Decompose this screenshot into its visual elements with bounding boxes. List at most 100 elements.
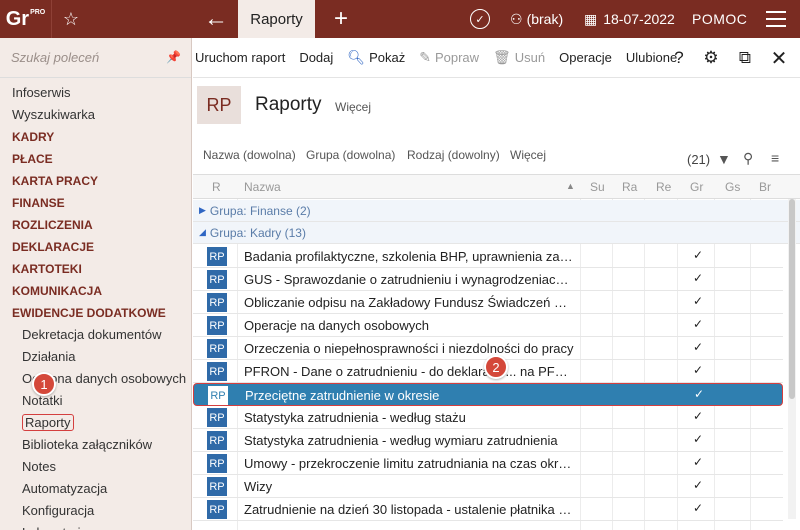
report-module-icon: RP [197,86,241,124]
hamburger-menu-icon[interactable] [766,11,786,27]
sidebar-item-dzialania[interactable]: Działania [0,346,191,368]
table-row[interactable]: RP Badania profilaktyczne, szkolenia BHP,… [193,245,783,268]
operations-button[interactable]: Operacje [559,50,612,65]
sort-asc-icon[interactable]: ▲ [566,181,575,191]
table-row[interactable]: RP Umowy - przekroczenie limitu zatrudnia… [193,452,783,475]
show-button[interactable]: 🔍︎ Pokaż [347,49,405,66]
table-row[interactable]: RP Zatrudnienie na dzień 30 listopada - u… [193,498,783,521]
delete-label: Usuń [514,50,546,65]
col-br[interactable]: Br [759,180,771,194]
app-logo[interactable]: Gr PRO [0,0,52,38]
table-row-selected[interactable]: RP Przeciętne zatrudnienie w okresie ✓ [193,383,783,406]
pencil-icon: ✎ [419,49,431,65]
new-tab-plus-icon[interactable]: + [322,0,360,38]
search-icon[interactable]: ⚲ [743,150,753,167]
table-row[interactable]: RP Statystyka zatrudnienia - według wymia… [193,429,783,452]
add-button[interactable]: Dodaj [299,50,333,65]
col-re[interactable]: Re [656,180,671,194]
group-label: Grupa: Kadry (13) [209,225,306,240]
tab-raporty[interactable]: Raporty [238,0,315,38]
help-link[interactable]: POMOC [692,0,747,38]
col-gs[interactable]: Gs [725,180,740,194]
sidebar-item-finanse[interactable]: FINANSE [0,192,191,214]
col-su[interactable]: Su [590,180,605,194]
run-report-button[interactable]: Uruchom raport [195,50,285,65]
sidebar-item-raporty[interactable]: Raporty [0,412,191,434]
sidebar-item-kadry[interactable]: KADRY [0,126,191,148]
step-marker-1: 1 [32,372,56,396]
filter-bar: Nazwa (dowolna) Grupa (dowolna) Rodzaj (… [193,144,800,167]
sidebar-item-biblioteka[interactable]: Biblioteka załączników [0,434,191,456]
gr-check-icon: ✓ [693,317,704,331]
table-row[interactable]: RP GUS - Sprawozdanie o zatrudnieniu i wy… [193,268,783,291]
popout-window-icon[interactable]: ⧉ [733,38,757,78]
sidebar-item-notatki[interactable]: Notatki [0,390,191,412]
show-label: Pokaż [369,50,406,65]
sidebar-item-notes[interactable]: Notes [0,456,191,478]
date-selector[interactable]: ▦ 18-07-2022 [584,0,675,38]
report-name: Obliczanie odpisu na Zakładowy Fundusz Ś… [244,295,574,310]
filter-funnel-icon[interactable]: ▼ [717,151,731,167]
filter-name[interactable]: Nazwa (dowolna) [203,148,296,162]
expand-triangle-icon[interactable]: ▶ [199,205,206,216]
sidebar-item-ochrona-danych[interactable]: Ochrona danych osobowych [0,368,191,390]
check-circle-icon[interactable]: ✓ [470,9,490,29]
gr-check-icon: ✓ [693,409,704,423]
group-row-finanse[interactable]: ▶ Grupa: Finanse (2) [193,200,800,222]
back-arrow-icon[interactable]: ← [196,0,236,38]
pin-icon[interactable]: 📌 [166,50,181,64]
report-name: Badania profilaktyczne, szkolenia BHP, u… [244,249,574,264]
delete-button[interactable]: 🗑︎ Usuń [493,49,545,66]
sidebar: Szukaj poleceń 📌 Infoserwis Wyszukiwarka… [0,38,192,530]
search-placeholder: Szukaj poleceń [11,50,100,65]
page-header: RP Raporty Więcej [193,78,800,138]
table-row[interactable]: RP Statystyka zatrudnienia - według stażu… [193,406,783,429]
table-row[interactable]: RP Operacje na danych osobowych ✓ [193,314,783,337]
edit-button[interactable]: ✎ Popraw [419,49,479,66]
settings-gear-icon[interactable]: ⚙ [699,38,723,78]
report-icon: RP [207,339,227,358]
table-row[interactable]: RP Obliczanie odpisu na Zakładowy Fundusz… [193,291,783,314]
filter-group[interactable]: Grupa (dowolna) [306,148,395,162]
sidebar-item-infoserwis[interactable]: Infoserwis [0,82,191,104]
report-icon: RP [207,316,227,335]
col-gr[interactable]: Gr [690,180,703,194]
col-ra[interactable]: Ra [622,180,637,194]
report-name: Orzeczenia o niepełnosprawności i niezdo… [244,341,574,356]
main-panel: Uruchom raport Dodaj 🔍︎ Pokaż ✎ Popraw 🗑… [193,38,800,530]
command-search-input[interactable]: Szukaj poleceń 📌 [0,38,191,78]
sidebar-item-wyszukiwarka[interactable]: Wyszukiwarka [0,104,191,126]
scroll-thumb[interactable] [789,199,795,399]
filter-more[interactable]: Więcej [510,148,546,162]
col-nazwa[interactable]: Nazwa [244,180,281,194]
report-icon: RP [207,270,227,289]
help-question-icon[interactable]: ? [667,38,691,78]
vertical-scrollbar[interactable] [788,199,796,519]
filter-kind[interactable]: Rodzaj (dowolny) [407,148,500,162]
sidebar-item-place[interactable]: PŁACE [0,148,191,170]
col-r[interactable]: R [212,180,221,194]
gr-check-icon: ✓ [693,340,704,354]
sidebar-item-automatyzacja[interactable]: Automatyzacja [0,478,191,500]
user-selector[interactable]: ⚇ (brak) [510,0,563,38]
group-label: Grupa: Finanse (2) [209,203,311,218]
close-icon[interactable]: ✕ [767,38,791,78]
collapse-triangle-icon[interactable]: ◢ [199,227,206,238]
sidebar-item-ewidencje-dodatkowe[interactable]: EWIDENCJE DODATKOWE [0,302,191,324]
sidebar-item-dekretacja[interactable]: Dekretacja dokumentów [0,324,191,346]
sidebar-item-konfiguracja[interactable]: Konfiguracja [0,500,191,522]
favorites-star-icon[interactable]: ☆ [52,0,90,38]
sidebar-item-laboratorium[interactable]: Laboratorium [0,522,191,530]
report-icon: RP [207,247,227,266]
report-name: GUS - Sprawozdanie o zatrudnieniu i wyna… [244,272,574,287]
sidebar-item-rozliczenia[interactable]: ROZLICZENIA [0,214,191,236]
sidebar-item-komunikacja[interactable]: KOMUNIKACJA [0,280,191,302]
report-name: Zatrudnienie na dzień 30 listopada - ust… [244,502,574,517]
sidebar-item-karta-pracy[interactable]: KARTA PRACY [0,170,191,192]
list-menu-icon[interactable]: ≡ [771,150,779,166]
table-row[interactable]: RP Wizy ✓ [193,475,783,498]
group-row-kadry[interactable]: ◢ Grupa: Kadry (13) [193,222,800,244]
sidebar-item-kartoteki[interactable]: KARTOTEKI [0,258,191,280]
sidebar-item-deklaracje[interactable]: DEKLARACJE [0,236,191,258]
header-more-link[interactable]: Więcej [335,100,371,114]
